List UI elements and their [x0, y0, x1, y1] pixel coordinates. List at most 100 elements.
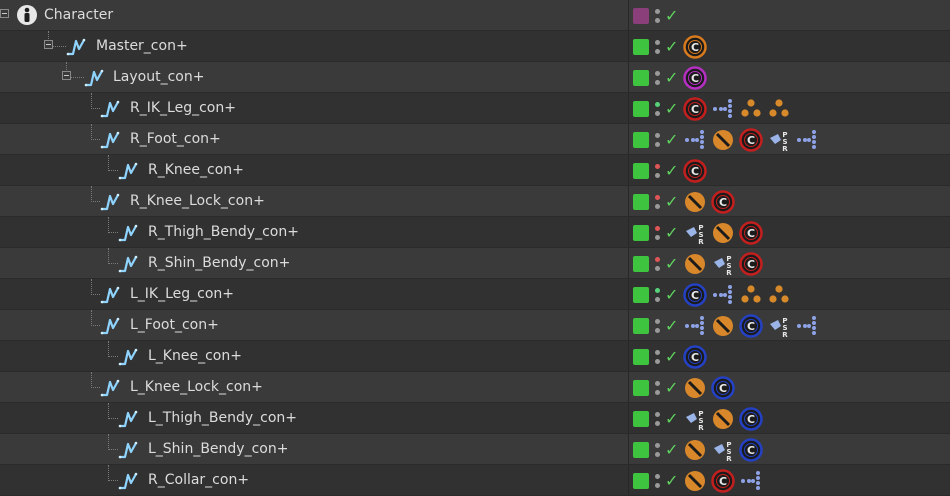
enabled-check-icon[interactable]: ✓: [665, 472, 679, 489]
visibility-dots-icon[interactable]: [655, 347, 661, 367]
protection-tag-icon[interactable]: [683, 252, 707, 276]
constraint-tag-icon[interactable]: C: [683, 65, 707, 90]
protection-tag-icon[interactable]: [711, 221, 735, 245]
constraint-tag-icon[interactable]: C: [683, 34, 707, 59]
object-name-label[interactable]: L_Knee_con+: [148, 348, 242, 364]
constraint-tag-icon[interactable]: C: [739, 437, 763, 462]
layer-color-swatch[interactable]: [633, 441, 649, 458]
object-row[interactable]: R_Thigh_Bendy_con+ ✓ P S R C: [0, 217, 950, 248]
cluster-tag-icon[interactable]: [767, 97, 791, 121]
cluster-tag-icon[interactable]: [739, 97, 763, 121]
constraint-tag-icon[interactable]: C: [711, 375, 735, 400]
layer-color-swatch[interactable]: [633, 131, 649, 148]
layer-color-swatch[interactable]: [633, 38, 649, 55]
visibility-dots-icon[interactable]: [655, 285, 661, 305]
layer-color-swatch[interactable]: [633, 348, 649, 365]
protection-tag-icon[interactable]: [711, 128, 735, 152]
constraint-tag-icon[interactable]: C: [683, 96, 707, 121]
object-name-label[interactable]: R_Collar_con+: [148, 472, 249, 488]
visibility-dots-icon[interactable]: [655, 6, 661, 26]
visibility-dots-icon[interactable]: [655, 254, 661, 274]
object-name-label[interactable]: R_Knee_con+: [148, 162, 244, 178]
constraint-tag-icon[interactable]: C: [739, 220, 763, 245]
enabled-check-icon[interactable]: ✓: [665, 69, 679, 86]
constraint-tag-icon[interactable]: C: [739, 406, 763, 431]
enabled-check-icon[interactable]: ✓: [665, 7, 679, 24]
object-row[interactable]: R_Shin_Bendy_con+ ✓ P S R C: [0, 248, 950, 279]
object-name-label[interactable]: R_Foot_con+: [130, 131, 221, 147]
collapse-toggle-icon[interactable]: [0, 9, 9, 18]
object-name-label[interactable]: L_Foot_con+: [130, 317, 219, 333]
pose-morph-tag-icon[interactable]: PSR: [711, 252, 735, 276]
layer-color-swatch[interactable]: [633, 224, 649, 241]
object-name-label[interactable]: L_IK_Leg_con+: [130, 286, 234, 302]
object-name-label[interactable]: Master_con+: [96, 38, 188, 54]
visibility-dots-icon[interactable]: [655, 37, 661, 57]
protection-tag-icon[interactable]: [683, 438, 707, 462]
cluster-tag-icon[interactable]: [767, 283, 791, 307]
constraint-tag-icon[interactable]: C: [739, 313, 763, 338]
enabled-check-icon[interactable]: ✓: [665, 100, 679, 117]
pose-morph-tag-icon[interactable]: PSR: [767, 314, 791, 338]
enabled-check-icon[interactable]: ✓: [665, 255, 679, 272]
protection-tag-icon[interactable]: [711, 407, 735, 431]
pose-morph-tag-icon[interactable]: PSR: [767, 128, 791, 152]
enabled-check-icon[interactable]: ✓: [665, 131, 679, 148]
object-name-label[interactable]: R_Shin_Bendy_con+: [148, 255, 290, 271]
ik-tag-icon[interactable]: [711, 97, 735, 121]
object-row[interactable]: Character ✓: [0, 0, 950, 31]
visibility-dots-icon[interactable]: [655, 223, 661, 243]
layer-color-swatch[interactable]: [633, 7, 649, 24]
layer-color-swatch[interactable]: [633, 255, 649, 272]
object-name-label[interactable]: R_Knee_Lock_con+: [130, 193, 265, 209]
enabled-check-icon[interactable]: ✓: [665, 193, 679, 210]
enabled-check-icon[interactable]: ✓: [665, 348, 679, 365]
ik-tag-icon[interactable]: [683, 314, 707, 338]
object-name-label[interactable]: Character: [44, 7, 113, 23]
protection-tag-icon[interactable]: [683, 190, 707, 214]
enabled-check-icon[interactable]: ✓: [665, 441, 679, 458]
object-name-label[interactable]: Layout_con+: [113, 69, 204, 85]
constraint-tag-icon[interactable]: C: [683, 344, 707, 369]
object-row[interactable]: Master_con+ ✓ C: [0, 31, 950, 62]
layer-color-swatch[interactable]: [633, 69, 649, 86]
object-name-label[interactable]: L_Thigh_Bendy_con+: [148, 410, 297, 426]
object-row[interactable]: L_Knee_con+ ✓ C: [0, 341, 950, 372]
enabled-check-icon[interactable]: ✓: [665, 379, 679, 396]
enabled-check-icon[interactable]: ✓: [665, 317, 679, 334]
protection-tag-icon[interactable]: [711, 314, 735, 338]
layer-color-swatch[interactable]: [633, 410, 649, 427]
object-row[interactable]: R_Foot_con+ ✓ C P S R: [0, 124, 950, 155]
layer-color-swatch[interactable]: [633, 379, 649, 396]
object-name-label[interactable]: R_IK_Leg_con+: [130, 100, 236, 116]
protection-tag-icon[interactable]: [683, 469, 707, 493]
pose-morph-tag-icon[interactable]: PSR: [683, 407, 707, 431]
constraint-tag-icon[interactable]: C: [739, 251, 763, 276]
layer-color-swatch[interactable]: [633, 286, 649, 303]
ik-tag-icon[interactable]: [795, 314, 819, 338]
layer-color-swatch[interactable]: [633, 100, 649, 117]
layer-color-swatch[interactable]: [633, 317, 649, 334]
object-name-label[interactable]: L_Knee_Lock_con+: [130, 379, 263, 395]
visibility-dots-icon[interactable]: [655, 316, 661, 336]
pose-morph-tag-icon[interactable]: PSR: [683, 221, 707, 245]
object-row[interactable]: Layout_con+ ✓ C: [0, 62, 950, 93]
object-row[interactable]: L_Knee_Lock_con+ ✓ C: [0, 372, 950, 403]
object-row[interactable]: L_Thigh_Bendy_con+ ✓ P S R C: [0, 403, 950, 434]
object-row[interactable]: L_Shin_Bendy_con+ ✓ P S R C: [0, 434, 950, 465]
visibility-dots-icon[interactable]: [655, 68, 661, 88]
constraint-tag-icon[interactable]: C: [711, 189, 735, 214]
visibility-dots-icon[interactable]: [655, 409, 661, 429]
layer-color-swatch[interactable]: [633, 193, 649, 210]
object-row[interactable]: R_Knee_con+ ✓ C: [0, 155, 950, 186]
visibility-dots-icon[interactable]: [655, 161, 661, 181]
visibility-dots-icon[interactable]: [655, 378, 661, 398]
visibility-dots-icon[interactable]: [655, 99, 661, 119]
layer-color-swatch[interactable]: [633, 472, 649, 489]
visibility-dots-icon[interactable]: [655, 440, 661, 460]
object-row[interactable]: R_IK_Leg_con+ ✓ C: [0, 93, 950, 124]
object-row[interactable]: R_Knee_Lock_con+ ✓ C: [0, 186, 950, 217]
object-row[interactable]: R_Collar_con+ ✓ C: [0, 465, 950, 496]
enabled-check-icon[interactable]: ✓: [665, 224, 679, 241]
ik-tag-icon[interactable]: [795, 128, 819, 152]
